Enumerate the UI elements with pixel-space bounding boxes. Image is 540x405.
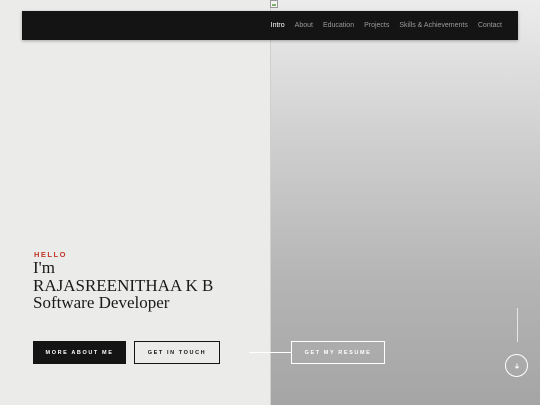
nav-item-contact[interactable]: Contact xyxy=(478,22,502,29)
get-in-touch-button[interactable]: GET IN TOUCH xyxy=(134,341,220,364)
button-connector-line xyxy=(249,352,291,353)
scroll-indicator-line xyxy=(517,308,518,342)
nav-item-intro[interactable]: Intro xyxy=(271,22,285,29)
scroll-down-button[interactable] xyxy=(505,354,528,377)
hero-name: RAJASREENITHAA K B xyxy=(33,275,214,295)
top-navbar: Intro About Education Projects Skills & … xyxy=(22,11,518,40)
hero-intro-line: I'm xyxy=(33,258,55,277)
nav-item-skills[interactable]: Skills & Achievements xyxy=(399,22,467,29)
more-about-me-button[interactable]: MORE ABOUT ME xyxy=(33,341,126,364)
get-my-resume-button[interactable]: GET MY RESUME xyxy=(291,341,385,364)
nav-item-projects[interactable]: Projects xyxy=(364,22,389,29)
nav-links: Intro About Education Projects Skills & … xyxy=(271,11,502,40)
broken-image-icon xyxy=(270,0,278,8)
hero-role: Software Developer xyxy=(33,293,170,312)
arrow-down-icon xyxy=(514,363,519,369)
nav-item-education[interactable]: Education xyxy=(323,22,354,29)
hero-headline: I'm RAJASREENITHAA K B Software Develope… xyxy=(33,259,213,312)
nav-item-about[interactable]: About xyxy=(295,22,313,29)
